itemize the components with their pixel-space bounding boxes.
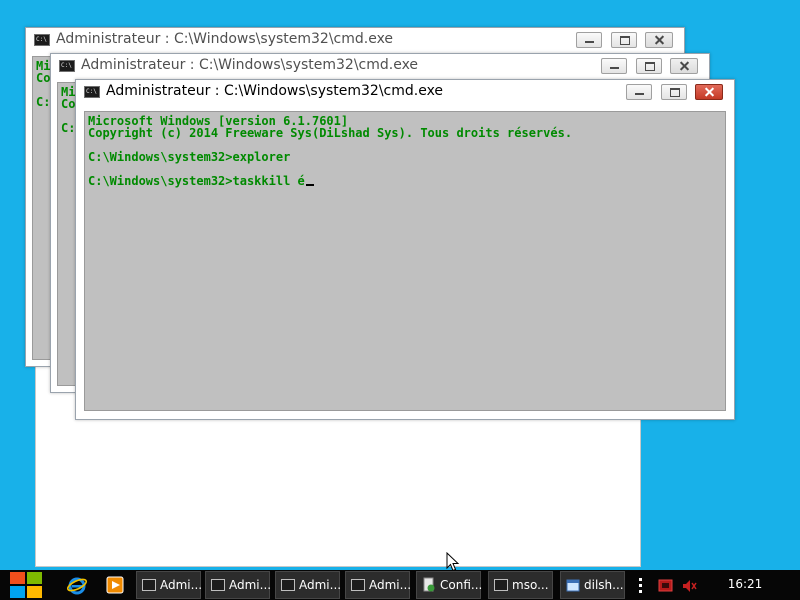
close-button[interactable]: [645, 32, 673, 48]
text-cursor: [305, 184, 314, 186]
minimize-button[interactable]: [626, 84, 652, 100]
msconfig-icon: [423, 577, 435, 592]
cmd-icon: [494, 579, 508, 591]
media-player-icon[interactable]: [104, 574, 126, 596]
taskbar-item-label: Admi...: [160, 578, 203, 592]
cmd-icon: C:\: [34, 34, 50, 46]
tray-overflow-handle[interactable]: [639, 578, 642, 594]
minimize-button[interactable]: [576, 32, 602, 48]
title-bar[interactable]: C:\ Administrateur : C:\Windows\system32…: [26, 28, 684, 52]
windows-logo-icon: [10, 572, 25, 584]
taskbar-item-admin-3[interactable]: Admi...: [275, 571, 342, 599]
taskbar-item-config[interactable]: Confi...: [416, 571, 483, 599]
taskbar-item-dilsh[interactable]: dilsh...: [560, 571, 625, 599]
taskbar-clock[interactable]: 16:21: [718, 577, 772, 591]
cmd-icon: [351, 579, 365, 591]
window-title: Administrateur : C:\Windows\system32\cmd…: [106, 83, 444, 99]
cmd-icon: C:\: [59, 60, 75, 72]
maximize-button[interactable]: [661, 84, 687, 100]
mouse-pointer-icon: [446, 552, 460, 572]
network-warning-icon[interactable]: [658, 578, 674, 594]
close-button[interactable]: [670, 58, 698, 74]
taskbar-item-label: Admi...: [369, 578, 412, 592]
taskbar-item-label: Admi...: [229, 578, 272, 592]
maximize-button[interactable]: [611, 32, 637, 48]
taskbar-item-admin-1[interactable]: Admi...: [136, 571, 203, 599]
taskbar-item-admin-2[interactable]: Admi...: [205, 571, 272, 599]
taskbar-item-admin-4[interactable]: Admi...: [345, 571, 412, 599]
taskbar: Admi... Admi... Admi... Admi... Confi...…: [0, 570, 800, 600]
window-title: Administrateur : C:\Windows\system32\cmd…: [56, 31, 394, 47]
start-button[interactable]: [10, 572, 42, 598]
taskbar-item-label: mso...: [512, 578, 549, 592]
console-output: Microsoft Windows [version 6.1.7601] Cop…: [88, 114, 573, 188]
title-bar[interactable]: C:\ Administrateur : C:\Windows\system32…: [51, 54, 709, 78]
maximize-button[interactable]: [636, 58, 662, 74]
taskbar-item-label: Admi...: [299, 578, 342, 592]
cmd-icon: [211, 579, 225, 591]
taskbar-item-label: Confi...: [440, 578, 483, 592]
close-button[interactable]: [695, 84, 723, 100]
window-app-icon: [566, 579, 580, 592]
cmd-icon: [281, 579, 295, 591]
cmd-icon: [142, 579, 156, 591]
taskbar-item-mso[interactable]: mso...: [488, 571, 553, 599]
console-area[interactable]: Microsoft Windows [version 6.1.7601] Cop…: [84, 111, 726, 411]
speaker-muted-icon[interactable]: [681, 578, 697, 594]
taskbar-item-label: dilsh...: [584, 578, 624, 592]
window-title: Administrateur : C:\Windows\system32\cmd…: [81, 57, 419, 73]
title-bar[interactable]: C:\ Administrateur : C:\Windows\system32…: [76, 80, 734, 104]
cmd-icon: C:\: [84, 86, 100, 98]
cmd-window-active[interactable]: C:\ Administrateur : C:\Windows\system32…: [75, 79, 735, 420]
minimize-button[interactable]: [601, 58, 627, 74]
internet-explorer-icon[interactable]: [66, 574, 88, 596]
